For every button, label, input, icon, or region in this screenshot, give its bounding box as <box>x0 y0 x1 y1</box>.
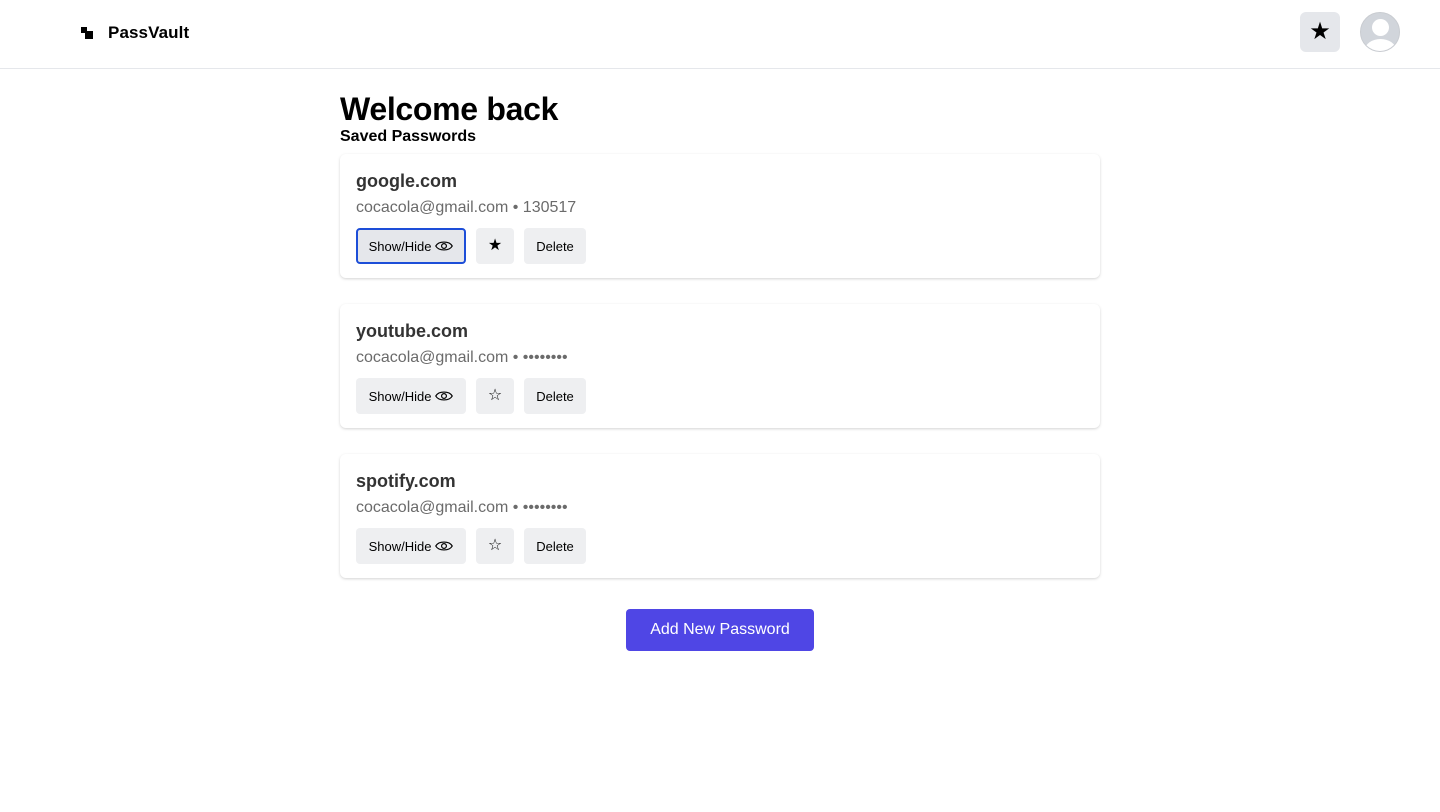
star-icon: ★ <box>1309 18 1331 45</box>
card-actions: Show/Hide ☆ Delete <box>356 528 586 564</box>
user-icon <box>1372 19 1389 36</box>
avatar[interactable] <box>1360 12 1400 52</box>
eye-icon <box>435 241 454 251</box>
page-title: Welcome back <box>340 91 559 127</box>
credentials-text: cocacola@gmail.com • •••••••• <box>356 499 568 516</box>
password-card: spotify.com cocacola@gmail.com • •••••••… <box>340 454 1100 578</box>
logo-icon <box>80 26 94 40</box>
password-card: youtube.com cocacola@gmail.com • •••••••… <box>340 304 1100 428</box>
brand[interactable]: PassVault <box>80 22 189 44</box>
favorite-toggle-button[interactable]: ★ <box>476 228 514 264</box>
star-filled-icon: ★ <box>487 237 503 254</box>
site-name: youtube.com <box>356 321 469 341</box>
star-outline-icon: ☆ <box>487 387 503 404</box>
show-hide-label: Show/Hide <box>368 238 432 254</box>
eye-icon <box>435 391 454 401</box>
brand-name: PassVault <box>108 23 190 42</box>
show-hide-button[interactable]: Show/Hide <box>356 378 466 414</box>
show-hide-button[interactable]: Show/Hide <box>356 228 466 264</box>
section-title: Saved Passwords <box>340 128 477 145</box>
site-name: spotify.com <box>356 471 456 491</box>
favorite-toggle-button[interactable]: ☆ <box>476 528 514 564</box>
favorite-toggle-button[interactable]: ☆ <box>476 378 514 414</box>
card-actions: Show/Hide ☆ Delete <box>356 378 586 414</box>
delete-button[interactable]: Delete <box>524 378 586 414</box>
delete-button[interactable]: Delete <box>524 528 586 564</box>
delete-button[interactable]: Delete <box>524 228 586 264</box>
credentials-text: cocacola@gmail.com • •••••••• <box>356 349 568 366</box>
show-hide-label: Show/Hide <box>368 388 432 404</box>
top-bar: PassVault ★ <box>0 0 1440 69</box>
credentials-text: cocacola@gmail.com • 130517 <box>356 199 577 216</box>
card-actions: Show/Hide ★ Delete <box>356 228 586 264</box>
favorites-button[interactable]: ★ <box>1300 12 1340 52</box>
password-card: google.com cocacola@gmail.com • 130517 S… <box>340 154 1100 278</box>
site-name: google.com <box>356 171 458 191</box>
eye-icon <box>435 541 454 551</box>
add-new-password-button[interactable]: Add New Password <box>626 609 814 651</box>
show-hide-button[interactable]: Show/Hide <box>356 528 466 564</box>
star-outline-icon: ☆ <box>487 537 503 554</box>
show-hide-label: Show/Hide <box>368 538 432 554</box>
